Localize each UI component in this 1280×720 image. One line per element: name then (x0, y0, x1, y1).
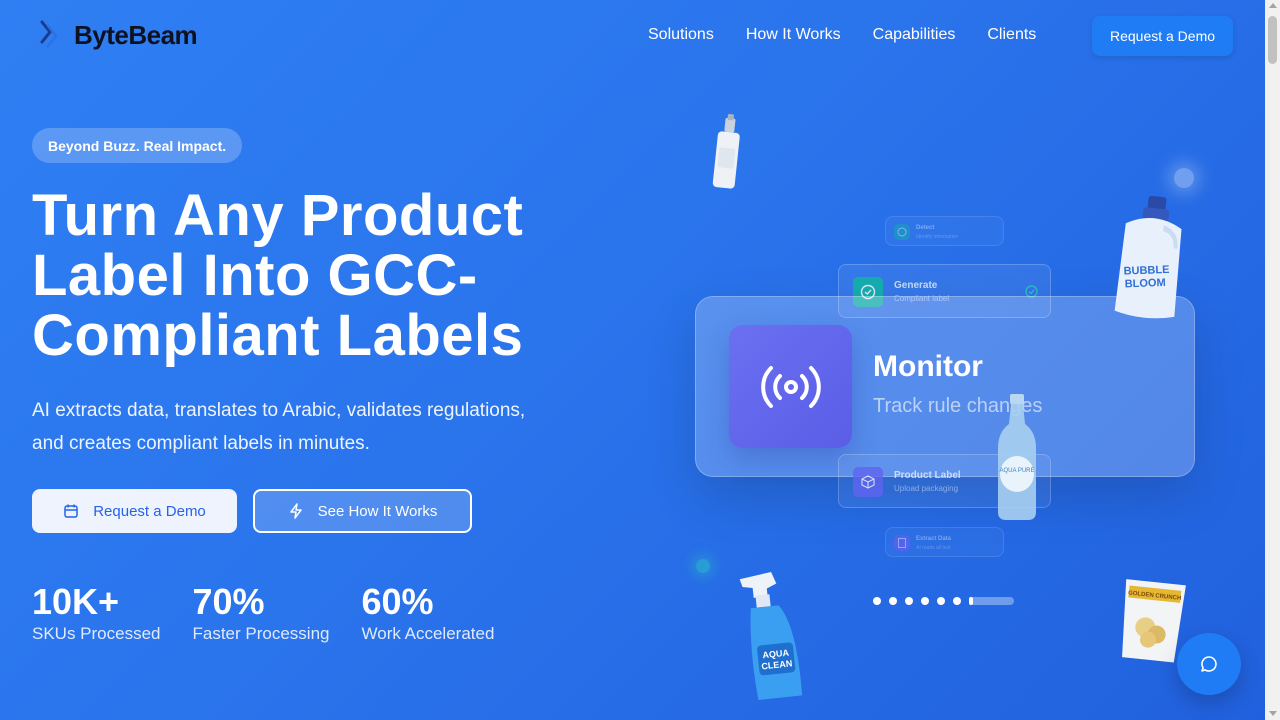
stat-accelerated: 60% Work Accelerated (362, 582, 495, 644)
carousel-dot[interactable] (873, 597, 881, 605)
detergent-bottle-image: BUBBLE BLOOM (1114, 196, 1182, 319)
header-request-demo-button[interactable]: Request a Demo (1092, 16, 1233, 56)
active-step-title: Monitor (873, 350, 983, 383)
chat-bubble-icon (1201, 656, 1217, 672)
main-nav: Solutions How It Works Capabilities Clie… (648, 24, 1036, 46)
stat-skus: 10K+ SKUs Processed (32, 582, 161, 644)
calendar-icon (64, 504, 78, 518)
step-card-extract-data: Extract Data AI reads all text (885, 527, 1004, 557)
carousel-dot[interactable] (921, 597, 929, 605)
spray-bottle-image: AQUA CLEAN (739, 571, 803, 700)
document-icon (894, 535, 910, 551)
request-demo-label: Request a Demo (93, 502, 206, 520)
broadcast-icon (729, 325, 852, 448)
water-bottle-image: AQUA PURE (998, 394, 1036, 520)
request-demo-button[interactable]: Request a Demo (32, 489, 237, 533)
serum-bottle-image (712, 114, 740, 189)
brand-name: ByteBeam (74, 19, 198, 50)
chat-button[interactable] (1177, 633, 1241, 695)
step-card-detect: Detect Identify information (885, 216, 1004, 246)
nav-item-clients[interactable]: Clients (987, 24, 1036, 46)
stat-label: Work Accelerated (361, 624, 495, 643)
lightning-icon (289, 503, 302, 519)
carousel-dot[interactable] (889, 597, 897, 605)
scrollbar-thumb[interactable] (1268, 16, 1277, 64)
headline-line-3: Compliant Labels (32, 303, 524, 368)
detergent-brand-text: BUBBLE (1123, 264, 1169, 278)
hero-subhead: AI extracts data, translates to Arabic, … (32, 394, 612, 460)
stats-row: 10K+ SKUs Processed 70% Faster Processin… (32, 582, 494, 644)
stat-value: 10K+ (32, 581, 120, 622)
step-subtitle: Identify information (916, 234, 959, 240)
water-brand-text: AQUA PURE (999, 468, 1034, 474)
nav-item-how-it-works[interactable]: How It Works (746, 24, 841, 46)
hero-headline: Turn Any Product Label Into GCC- Complia… (32, 186, 592, 366)
stat-label: SKUs Processed (32, 624, 161, 643)
step-title: Generate (894, 280, 938, 291)
step-subtitle: Upload packaging (894, 484, 959, 493)
carousel-dot[interactable] (937, 597, 945, 605)
carousel-indicators (873, 597, 1014, 605)
scroll-up-arrow-icon[interactable] (1269, 3, 1277, 8)
hero-badge: Beyond Buzz. Real Impact. (32, 128, 243, 163)
stat-label: Faster Processing (192, 624, 330, 643)
headline-line-1: Turn Any Product (32, 183, 524, 248)
stat-faster: 70% Faster Processing (193, 582, 330, 644)
box-icon (853, 467, 883, 497)
subhead-line-2: and creates compliant labels in minutes. (32, 433, 370, 454)
subhead-line-1: AI extracts data, translates to Arabic, … (32, 400, 526, 421)
see-how-it-works-label: See How It Works (317, 502, 438, 520)
carousel-dot-active[interactable] (969, 597, 1014, 605)
globe-icon (894, 224, 910, 240)
glow-decoration (1174, 168, 1194, 188)
carousel-dot[interactable] (905, 597, 913, 605)
stat-value: 60% (361, 581, 434, 622)
detergent-brand-text: BLOOM (1125, 277, 1166, 290)
landing-page: ByteBeam Solutions How It Works Capabili… (0, 0, 1265, 720)
step-subtitle: AI reads all text (916, 545, 951, 551)
nav-item-capabilities[interactable]: Capabilities (873, 24, 956, 46)
logo-mark-icon (40, 20, 58, 48)
carousel-dot[interactable] (953, 597, 961, 605)
see-how-it-works-button[interactable]: See How It Works (253, 489, 472, 533)
glow-decoration (696, 559, 710, 573)
nav-item-solutions[interactable]: Solutions (648, 24, 714, 46)
chips-bag-image: GOLDEN CRUNCH (1122, 579, 1186, 663)
step-title: Detect (916, 225, 935, 231)
brand-logo[interactable]: ByteBeam (36, 18, 198, 52)
stat-value: 70% (192, 581, 265, 622)
step-title: Product Label (894, 470, 961, 481)
scroll-down-arrow-icon[interactable] (1269, 711, 1277, 716)
headline-line-2: Label Into GCC- (32, 243, 478, 308)
step-title: Extract Data (916, 536, 952, 542)
page-scrollbar[interactable] (1265, 0, 1280, 720)
